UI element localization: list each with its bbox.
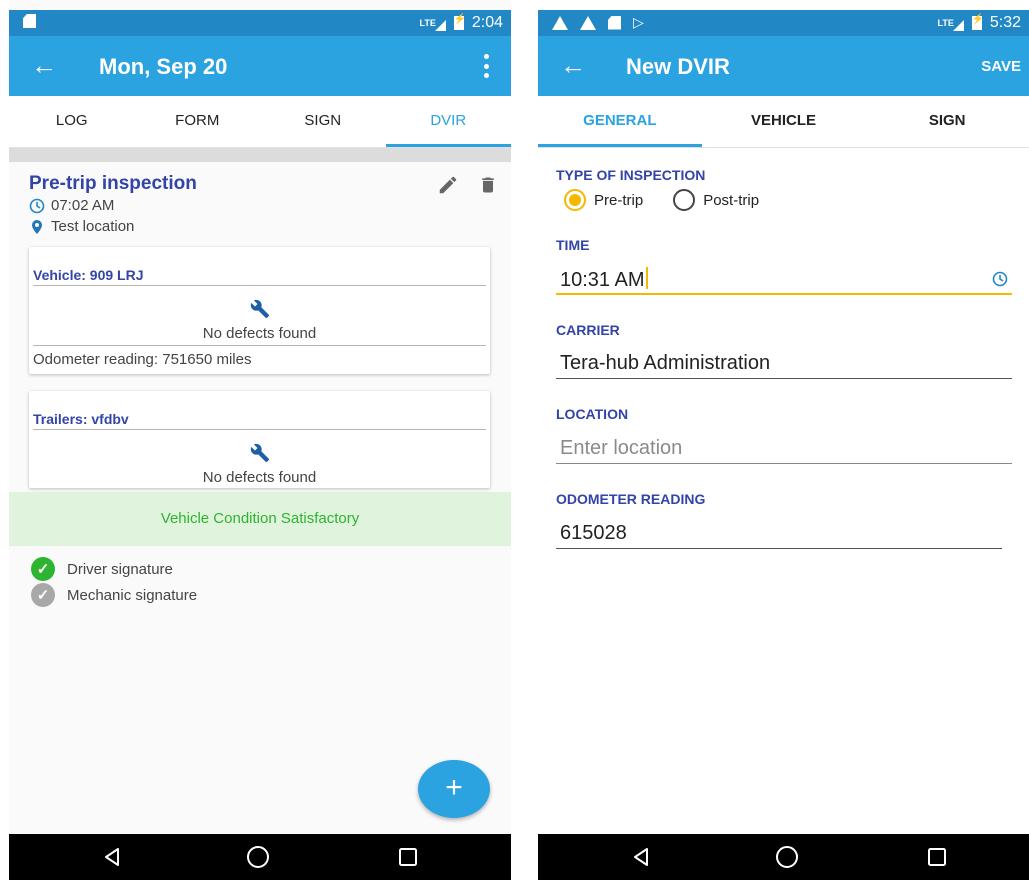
- save-button[interactable]: SAVE: [981, 58, 1021, 75]
- odometer-underline: [556, 548, 1002, 549]
- system-nav-bar: [538, 834, 1029, 880]
- nav-recents-icon[interactable]: [393, 842, 423, 872]
- carrier-label: CARRIER: [556, 322, 620, 338]
- system-nav-bar: [9, 834, 511, 880]
- lte-signal-icon: LTE: [938, 18, 965, 31]
- inspection-title: Pre-trip inspection: [29, 173, 197, 194]
- inspection-type-radio-group: Pre-trip Post-trip: [564, 189, 759, 211]
- warning-icon: [552, 15, 568, 30]
- nav-back-icon[interactable]: [626, 842, 656, 872]
- mechanic-signature-label: Mechanic signature: [67, 586, 198, 604]
- warning-icon: [580, 15, 596, 30]
- card-divider: [33, 429, 486, 430]
- driver-signature-label: Driver signature: [67, 560, 173, 578]
- tab-log[interactable]: LOG: [9, 96, 135, 147]
- edit-pencil-icon[interactable]: [437, 174, 459, 196]
- status-bar: LTE 2:04: [9, 10, 511, 36]
- wrench-icon: [250, 443, 269, 463]
- trailer-card[interactable]: Trailers: vfdbv No defects found: [29, 391, 490, 488]
- tab-sign[interactable]: SIGN: [865, 96, 1029, 147]
- time-label: TIME: [556, 237, 590, 253]
- sd-card-icon: [608, 15, 621, 30]
- back-arrow-icon[interactable]: ←: [31, 50, 57, 80]
- post-trip-option-label[interactable]: Post-trip: [703, 192, 759, 209]
- vehicle-defects-status: No defects found: [202, 325, 317, 342]
- delete-trash-icon[interactable]: [478, 174, 498, 196]
- mechanic-signature-row: ✓ Mechanic signature: [31, 583, 197, 607]
- inspection-location: Test location: [51, 218, 135, 235]
- clock-picker-icon[interactable]: [992, 271, 1008, 287]
- pre-trip-radio[interactable]: [564, 189, 586, 211]
- battery-icon: [971, 14, 984, 30]
- trailer-defects-status: No defects found: [202, 469, 317, 486]
- carrier-field[interactable]: Tera-hub Administration: [560, 352, 770, 375]
- vehicle-card[interactable]: Vehicle: 909 LRJ No defects found Odomet…: [29, 247, 490, 374]
- status-time: 5:32: [989, 14, 1021, 31]
- inspection-time: 07:02 AM: [51, 197, 115, 214]
- wrench-icon: [250, 299, 269, 319]
- nav-back-icon[interactable]: [97, 842, 127, 872]
- left-screen: LTE 2:04 ← Mon, Sep 20 LOG FORM SIGN DVI…: [9, 0, 511, 880]
- tab-form[interactable]: FORM: [135, 96, 261, 147]
- odometer-reading: Odometer reading: 751650 miles: [33, 351, 252, 368]
- nav-recents-icon[interactable]: [922, 842, 952, 872]
- time-value: 10:31 AM: [560, 269, 645, 291]
- check-circle-icon: ✓: [31, 583, 55, 607]
- sd-card-icon: [23, 14, 36, 28]
- status-time: 2:04: [471, 14, 503, 31]
- time-field[interactable]: 10:31 AM: [560, 267, 648, 292]
- post-trip-radio[interactable]: [673, 189, 696, 211]
- back-arrow-icon[interactable]: ←: [560, 50, 586, 80]
- right-screen: ▷ LTE 5:32 ← New DVIR SAVE GENERAL VEHIC…: [538, 0, 1029, 880]
- tab-sign[interactable]: SIGN: [260, 96, 386, 147]
- pre-trip-option-label[interactable]: Pre-trip: [594, 192, 643, 209]
- app-bar: ← Mon, Sep 20: [9, 36, 511, 96]
- tab-bar: LOG FORM SIGN DVIR: [9, 96, 511, 148]
- vehicle-condition-banner: Vehicle Condition Satisfactory: [9, 492, 511, 546]
- app-bar: ← New DVIR SAVE: [538, 36, 1029, 96]
- add-fab-button[interactable]: +: [418, 760, 490, 818]
- location-underline: [556, 463, 1012, 464]
- odometer-label: ODOMETER READING: [556, 491, 706, 507]
- odometer-field[interactable]: 615028: [560, 522, 627, 545]
- lte-signal-icon: LTE: [420, 18, 447, 31]
- text-cursor: [645, 267, 648, 289]
- page-title: Mon, Sep 20: [99, 54, 228, 79]
- check-circle-icon: ✓: [31, 557, 55, 581]
- inspection-type-label: TYPE OF INSPECTION: [556, 167, 706, 183]
- status-bar: ▷ LTE 5:32: [538, 10, 1029, 36]
- vehicle-card-title: Vehicle: 909 LRJ: [33, 267, 144, 283]
- nav-home-icon[interactable]: [243, 842, 273, 872]
- card-divider: [33, 345, 486, 346]
- inspection-location-row: Test location: [29, 218, 134, 235]
- location-pin-icon: [32, 219, 42, 234]
- tab-vehicle[interactable]: VEHICLE: [702, 96, 866, 147]
- nav-home-icon[interactable]: [772, 842, 802, 872]
- divider-bar: [9, 148, 511, 162]
- carrier-underline: [556, 378, 1012, 379]
- trailer-card-title: Trailers: vfdbv: [33, 411, 129, 427]
- tab-bar: GENERAL VEHICLE SIGN: [538, 96, 1029, 148]
- time-underline: [556, 293, 1012, 295]
- play-store-icon: ▷: [633, 14, 644, 30]
- tab-general[interactable]: GENERAL: [538, 96, 702, 147]
- inspection-time-row: 07:02 AM: [29, 197, 114, 214]
- location-input[interactable]: Enter location: [560, 437, 682, 460]
- overflow-menu-icon[interactable]: [483, 54, 489, 78]
- page-title: New DVIR: [626, 54, 730, 79]
- clock-icon: [29, 198, 45, 213]
- battery-icon: [453, 14, 466, 30]
- location-label: LOCATION: [556, 406, 629, 422]
- driver-signature-row: ✓ Driver signature: [31, 557, 173, 581]
- card-divider: [33, 285, 486, 286]
- tab-dvir[interactable]: DVIR: [385, 96, 512, 147]
